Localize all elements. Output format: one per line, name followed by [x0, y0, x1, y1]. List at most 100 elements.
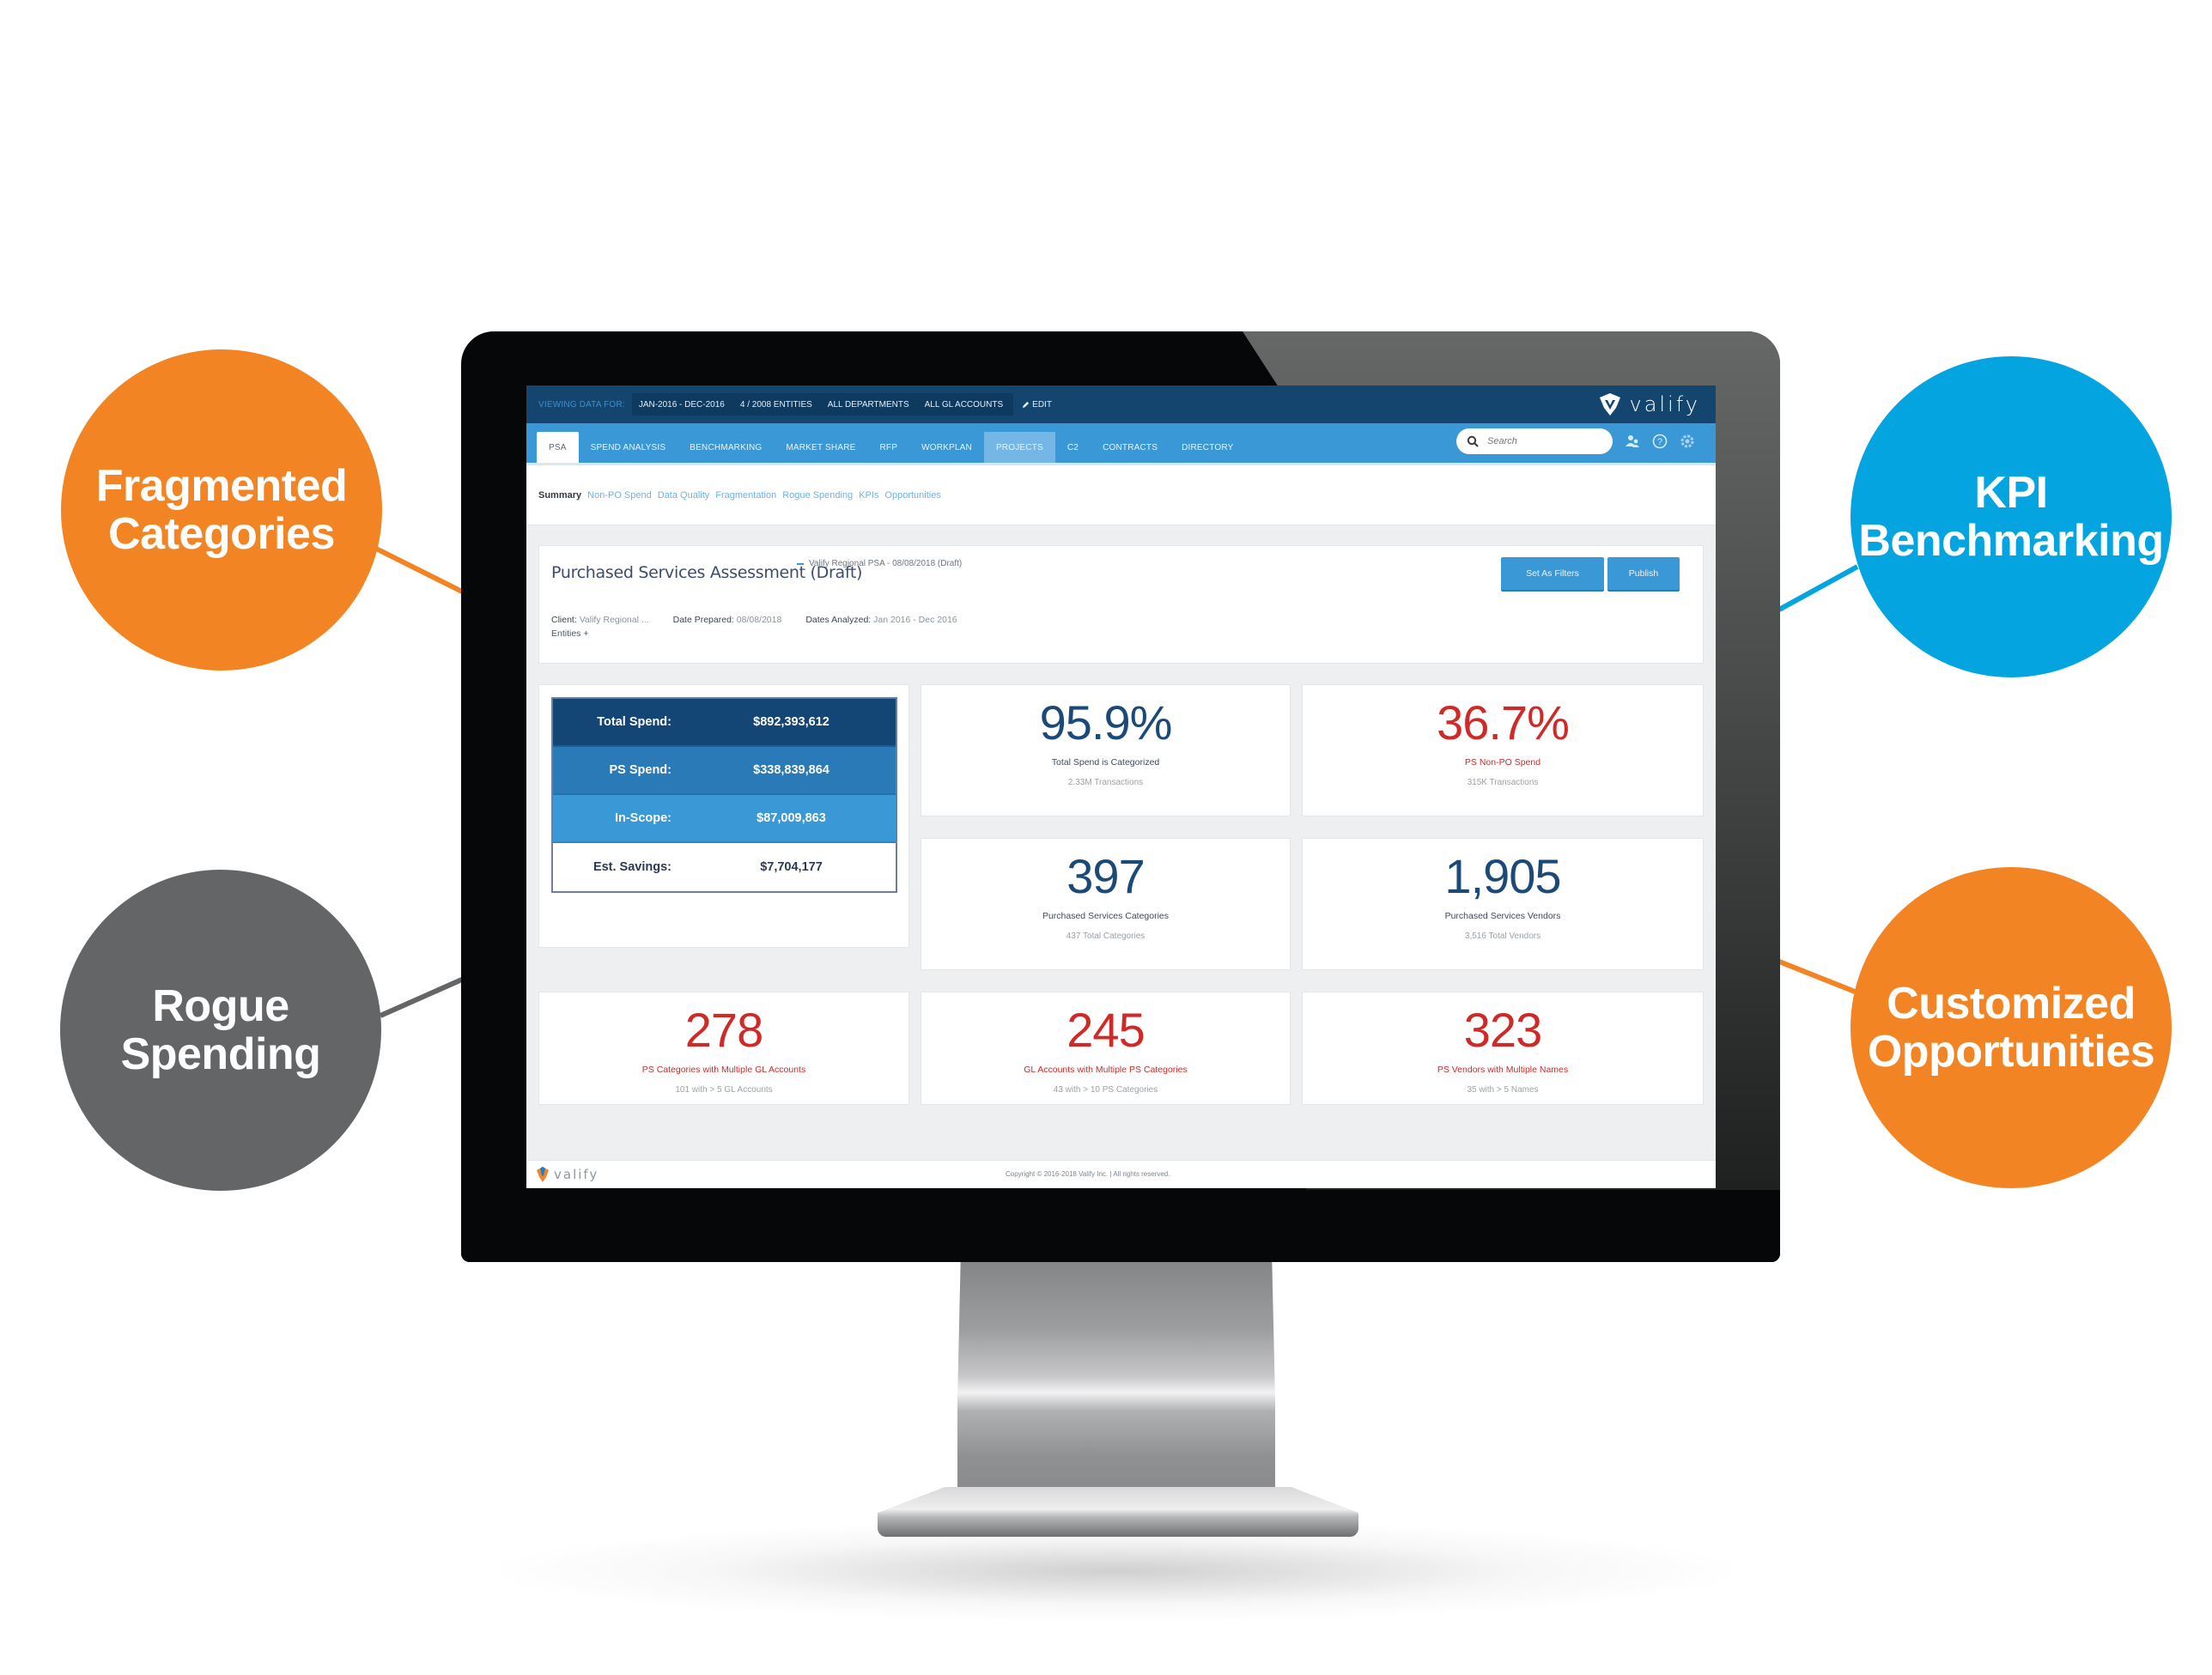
version-selector[interactable]: Valify Regional PSA - 08/08/2018 (Draft) — [797, 559, 962, 568]
kpi-sub: 437 Total Categories — [1066, 932, 1146, 941]
kpi-card-non-po-spend[interactable]: 36.7% PS Non-PO Spend 315K Transactions — [1302, 684, 1704, 816]
filter-group[interactable]: JAN-2016 - DEC-2016 4 / 2008 ENTITIES AL… — [631, 393, 1014, 416]
summary-row-total-spend: Total Spend: $892,393,612 — [553, 699, 896, 747]
subnav-rogue-spending[interactable]: Rogue Spending — [782, 490, 853, 501]
entities-toggle[interactable]: Entities + — [551, 628, 588, 639]
connector-customized — [1778, 959, 1856, 994]
tab-psa[interactable]: PSA — [537, 432, 579, 463]
pencil-icon — [1023, 401, 1030, 408]
summary-row-ps-spend: PS Spend: $338,839,864 — [553, 747, 896, 795]
bubble-line: KPI — [1974, 468, 2048, 518]
kpi-sub: 43 with > 10 PS Categories — [1053, 1085, 1158, 1095]
help-icon[interactable]: ? — [1650, 432, 1669, 451]
main-nav: PSA SPEND ANALYSIS BENCHMARKING MARKET S… — [526, 423, 1716, 465]
version-marker-icon — [797, 562, 804, 565]
tab-benchmarking[interactable]: BENCHMARKING — [678, 432, 774, 463]
client-info: Client: Valify Regional ... — [551, 615, 649, 625]
settings-icon[interactable] — [1678, 432, 1697, 451]
publish-button[interactable]: Publish — [1607, 557, 1680, 590]
kpi-card-ps-vendors[interactable]: 1,905 Purchased Services Vendors 3,516 T… — [1302, 838, 1704, 970]
kpi-value: 36.7% — [1437, 695, 1570, 750]
kpi-label: PS Non-PO Spend — [1464, 757, 1541, 768]
subnav-data-quality[interactable]: Data Quality — [658, 490, 710, 501]
kpi-sub: 101 with > 5 GL Accounts — [675, 1085, 773, 1095]
connector-kpi — [1778, 564, 1859, 612]
monitor-chin — [461, 1190, 1780, 1262]
monitor-stand-neck — [957, 1260, 1275, 1492]
kpi-value: 278 — [684, 1003, 763, 1057]
tab-rfp[interactable]: RFP — [867, 432, 909, 463]
kpi-label: Purchased Services Categories — [1042, 911, 1170, 921]
filter-label: VIEWING DATA FOR: — [538, 399, 625, 410]
subnav-summary[interactable]: Summary — [538, 490, 581, 501]
spend-summary-table: Total Spend: $892,393,612 PS Spend: $338,8… — [551, 697, 897, 893]
kpi-sub: 2.33M Transactions — [1067, 778, 1144, 787]
edit-filters-link[interactable]: EDIT — [1022, 400, 1052, 410]
set-as-filters-button[interactable]: Set As Filters — [1501, 557, 1604, 590]
kpi-label: Total Spend is Categorized — [1051, 757, 1160, 768]
summary-label: In-Scope: — [614, 811, 672, 825]
kpi-sub: 315K Transactions — [1467, 778, 1539, 787]
valify-logo-text: valify — [1629, 392, 1700, 416]
bubble-line: Opportunities — [1867, 1027, 2155, 1077]
search-input[interactable] — [1487, 436, 1590, 446]
users-icon[interactable] — [1623, 432, 1642, 451]
subnav-opportunities[interactable]: Opportunities — [884, 490, 940, 501]
kpi-value: 397 — [1066, 849, 1145, 903]
rogue-spending-bubble: Rogue Spending — [60, 870, 381, 1191]
monitor-stand-base — [878, 1487, 1358, 1537]
dates-analyzed-info: Dates Analyzed: Jan 2016 - Dec 2016 — [805, 615, 957, 625]
filter-bar: VIEWING DATA FOR: JAN-2016 - DEC-2016 4 … — [526, 385, 1716, 423]
kpi-card-ps-categories[interactable]: 397 Purchased Services Categories 437 To… — [921, 838, 1291, 970]
kpi-label: GL Accounts with Multiple PS Categories — [1024, 1065, 1188, 1075]
summary-label: Est. Savings: — [592, 860, 672, 874]
tab-directory[interactable]: DIRECTORY — [1170, 432, 1245, 463]
tab-spend-analysis[interactable]: SPEND ANALYSIS — [579, 432, 678, 463]
kpi-card-vendors-multiple-names[interactable]: 323 PS Vendors with Multiple Names 35 wi… — [1302, 992, 1704, 1105]
version-label: Valify Regional PSA - 08/08/2018 (Draft) — [809, 559, 963, 568]
summary-row-in-scope: In-Scope: $87,009,863 — [553, 795, 896, 843]
subnav-kpis[interactable]: KPIs — [859, 490, 878, 501]
filter-gl-accounts[interactable]: ALL GL ACCOUNTS — [925, 400, 1004, 410]
date-prepared-value: 08/08/2018 — [736, 615, 782, 625]
subnav-non-po-spend[interactable]: Non-PO Spend — [587, 490, 652, 501]
fragmented-categories-bubble: Fragmented Categories — [61, 349, 382, 671]
tab-contracts[interactable]: CONTRACTS — [1091, 432, 1170, 463]
kpi-label: Purchased Services Vendors — [1444, 911, 1561, 921]
tab-projects[interactable]: PROJECTS — [983, 432, 1055, 463]
connector-fragmented — [373, 545, 465, 595]
kpi-card-categories-multiple-gl[interactable]: 278 PS Categories with Multiple GL Accou… — [538, 992, 909, 1105]
tab-workplan[interactable]: WORKPLAN — [909, 432, 984, 463]
summary-label: PS Spend: — [609, 763, 672, 777]
kpi-label: PS Categories with Multiple GL Accounts — [641, 1065, 806, 1075]
valify-logo-icon — [1599, 393, 1620, 416]
customized-opportunities-bubble: Customized Opportunities — [1850, 867, 2172, 1188]
bubble-line: Spending — [120, 1029, 321, 1079]
subnav-fragmentation[interactable]: Fragmentation — [715, 490, 776, 501]
valify-logo[interactable]: valify — [1597, 392, 1700, 416]
kpi-value: 245 — [1066, 1003, 1145, 1057]
summary-label: Total Spend: — [597, 715, 672, 729]
svg-text:?: ? — [1657, 437, 1662, 447]
summary-value: $87,009,863 — [757, 811, 826, 825]
tab-market-share[interactable]: MARKET SHARE — [774, 432, 867, 463]
kpi-card-gl-multiple-categories[interactable]: 245 GL Accounts with Multiple PS Categor… — [921, 992, 1291, 1105]
filter-entities[interactable]: 4 / 2008 ENTITIES — [740, 400, 812, 410]
spend-summary-card: Total Spend: $892,393,612 PS Spend: $338,8… — [538, 684, 909, 948]
nav-icon-group: ? — [1623, 432, 1697, 451]
tab-c2[interactable]: C2 — [1055, 432, 1091, 463]
dates-analyzed-value: Jan 2016 - Dec 2016 — [873, 615, 957, 625]
kpi-benchmarking-bubble: KPI Benchmarking — [1850, 356, 2172, 677]
search-box[interactable] — [1456, 428, 1613, 454]
client-label: Client: — [551, 615, 577, 625]
kpi-card-categorized[interactable]: 95.9% Total Spend is Categorized 2.33M T… — [921, 684, 1291, 816]
kpi-sub: 3,516 Total Vendors — [1464, 932, 1541, 941]
dates-analyzed-label: Dates Analyzed: — [805, 615, 872, 625]
kpi-label: PS Vendors with Multiple Names — [1437, 1065, 1569, 1075]
edit-label: EDIT — [1032, 399, 1052, 410]
bubble-line: Rogue — [152, 981, 289, 1031]
filter-departments[interactable]: ALL DEPARTMENTS — [828, 400, 909, 410]
kpi-value: 95.9% — [1039, 695, 1173, 750]
filter-date-range[interactable]: JAN-2016 - DEC-2016 — [639, 400, 725, 410]
summary-value: $7,704,177 — [760, 860, 823, 874]
